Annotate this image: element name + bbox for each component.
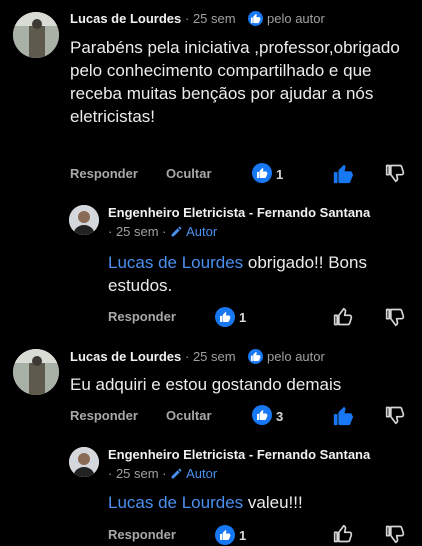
like-button[interactable] <box>332 163 354 190</box>
reply-timestamp: · 25 sem · Autor <box>108 224 217 239</box>
comment-text: Parabéns pela iniciativa ,professor,obri… <box>70 38 400 126</box>
dislike-button[interactable] <box>385 405 405 430</box>
like-button[interactable] <box>333 524 353 546</box>
reply-button[interactable]: Responder <box>70 166 138 181</box>
reply-button[interactable]: Responder <box>108 309 176 324</box>
thumbs-down-icon <box>385 406 405 425</box>
thumbs-up-icon <box>333 164 354 184</box>
author-tag: Autor <box>186 466 218 481</box>
mention-link[interactable]: Lucas de Lourdes <box>108 253 243 272</box>
reply-text-body: valeu!!! <box>243 493 303 512</box>
hide-button[interactable]: Ocultar <box>166 166 212 181</box>
reply-author[interactable]: Engenheiro Eletricista - Fernando Santan… <box>108 205 370 220</box>
thumbs-up-icon <box>248 349 263 364</box>
reply-text: Lucas de Lourdes valeu!!! <box>108 491 408 514</box>
pencil-icon <box>171 226 182 237</box>
reply-button[interactable]: Responder <box>108 527 176 542</box>
thumbs-up-icon <box>333 406 354 426</box>
comment-author[interactable]: Lucas de Lourdes <box>70 349 181 364</box>
like-count: 3 <box>276 409 284 424</box>
dislike-button[interactable] <box>385 524 405 546</box>
reply-button[interactable]: Responder <box>70 408 138 423</box>
hide-button[interactable]: Ocultar <box>166 408 212 423</box>
thumbs-up-icon <box>220 312 231 322</box>
thumbs-up-icon <box>248 11 263 26</box>
author-liked-badge: pelo autor <box>248 349 325 364</box>
reply-time: · 25 sem · <box>108 466 167 481</box>
like-button[interactable] <box>333 307 353 332</box>
like-count-badge[interactable] <box>215 525 235 545</box>
reply-author[interactable]: Engenheiro Eletricista - Fernando Santan… <box>108 447 370 462</box>
like-button[interactable] <box>332 405 354 432</box>
author-tag: Autor <box>186 224 218 239</box>
thumbs-up-icon <box>257 168 268 178</box>
comment-timestamp: · 25 sem <box>185 349 236 364</box>
like-count: 1 <box>239 310 247 325</box>
like-count-badge[interactable] <box>215 307 235 327</box>
reply-time: · 25 sem · <box>108 224 167 239</box>
like-count-badge[interactable] <box>252 405 272 425</box>
comment-text: Eu adquiri e estou gostando demais <box>70 375 342 394</box>
thumbs-down-icon <box>385 525 405 544</box>
thumbs-down-icon <box>385 164 405 183</box>
dislike-button[interactable] <box>385 163 405 188</box>
thumbs-up-icon <box>220 530 231 540</box>
like-count: 1 <box>239 528 247 543</box>
author-badge-label: pelo autor <box>267 11 325 26</box>
comment-timestamp: · 25 sem <box>185 11 236 26</box>
dislike-button[interactable] <box>385 307 405 332</box>
pencil-icon <box>171 468 182 479</box>
thumbs-up-icon <box>333 524 353 543</box>
thumbs-up-icon <box>257 410 268 420</box>
avatar[interactable] <box>69 447 99 477</box>
thumbs-down-icon <box>385 308 405 327</box>
reply-text: Lucas de Lourdes obrigado!! Bons estudos… <box>108 251 408 297</box>
author-badge-label: pelo autor <box>267 349 325 364</box>
avatar[interactable] <box>69 205 99 235</box>
comment-author[interactable]: Lucas de Lourdes <box>70 11 181 26</box>
avatar[interactable] <box>13 12 59 58</box>
reply-timestamp: · 25 sem · Autor <box>108 466 217 481</box>
avatar[interactable] <box>13 349 59 395</box>
mention-link[interactable]: Lucas de Lourdes <box>108 493 243 512</box>
like-count: 1 <box>276 167 284 182</box>
author-liked-badge: pelo autor <box>248 11 325 26</box>
thumbs-up-icon <box>333 307 353 326</box>
like-count-badge[interactable] <box>252 163 272 183</box>
